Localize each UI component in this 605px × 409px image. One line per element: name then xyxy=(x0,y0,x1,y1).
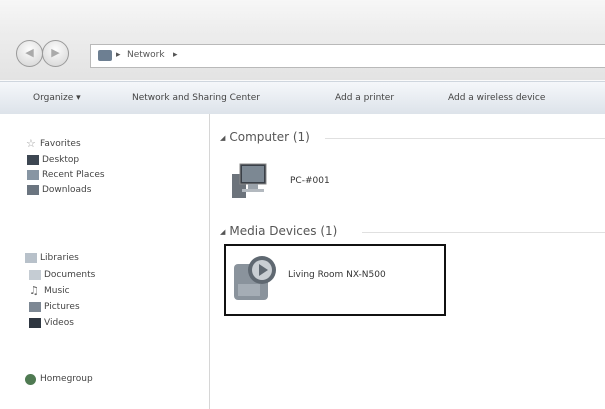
group-label: Media Devices (1) xyxy=(229,224,338,238)
nav-videos[interactable]: Videos xyxy=(44,318,74,328)
downloads-icon xyxy=(27,185,39,195)
desktop-icon xyxy=(27,155,39,165)
selection-highlight-box xyxy=(224,244,446,316)
music-icon: ♫ xyxy=(29,284,39,297)
breadcrumb-separator[interactable]: ▸ xyxy=(173,50,178,60)
add-wireless-device-button[interactable]: Add a wireless device xyxy=(448,93,545,103)
computer-icon xyxy=(232,163,267,198)
computer-name: PC-#001 xyxy=(290,176,330,186)
nav-desktop[interactable]: Desktop xyxy=(42,155,79,165)
breadcrumb-separator[interactable]: ▸ xyxy=(116,50,121,60)
nav-downloads[interactable]: Downloads xyxy=(42,185,91,195)
group-divider xyxy=(325,138,605,139)
explorer-window: ◀ ▶ ▸ Network ▸ Organize ▾ Network and S… xyxy=(0,0,605,409)
forward-arrow-icon: ▶ xyxy=(51,46,60,59)
network-icon xyxy=(98,50,112,61)
back-arrow-icon: ◀ xyxy=(25,46,34,59)
videos-icon xyxy=(29,318,41,328)
recent-places-icon xyxy=(27,170,39,180)
organize-button[interactable]: Organize ▾ xyxy=(33,93,81,103)
collapse-arrow-icon: ◢ xyxy=(220,227,226,236)
nav-homegroup[interactable]: Homegroup xyxy=(40,374,93,384)
nav-recent-places[interactable]: Recent Places xyxy=(42,170,105,180)
group-divider xyxy=(362,232,605,233)
group-label: Computer (1) xyxy=(229,130,310,144)
command-bar: Organize ▾ Network and Sharing Center Ad… xyxy=(0,81,605,115)
add-printer-button[interactable]: Add a printer xyxy=(335,93,394,103)
homegroup-icon xyxy=(25,374,36,385)
address-bar[interactable]: ▸ Network ▸ xyxy=(90,44,605,68)
computer-item[interactable]: PC-#001 xyxy=(230,160,350,205)
breadcrumb-network[interactable]: Network xyxy=(127,50,165,60)
nav-music[interactable]: Music xyxy=(44,286,70,296)
forward-button[interactable]: ▶ xyxy=(42,40,69,67)
nav-favorites[interactable]: Favorites xyxy=(40,139,81,149)
group-header-computer[interactable]: ◢ Computer (1) xyxy=(220,130,310,144)
nav-documents[interactable]: Documents xyxy=(44,270,95,280)
window-frame-top xyxy=(0,0,605,35)
pictures-icon xyxy=(29,302,41,312)
collapse-arrow-icon: ◢ xyxy=(220,133,226,142)
libraries-icon xyxy=(25,253,37,263)
documents-icon xyxy=(29,270,41,280)
nav-libraries[interactable]: Libraries xyxy=(40,253,79,263)
network-sharing-center-button[interactable]: Network and Sharing Center xyxy=(132,93,260,103)
navigation-pane: ☆ Favorites Desktop Recent Places Downlo… xyxy=(0,114,210,409)
star-icon: ☆ xyxy=(26,137,36,150)
nav-pictures[interactable]: Pictures xyxy=(44,302,80,312)
back-button[interactable]: ◀ xyxy=(16,40,43,67)
group-header-media-devices[interactable]: ◢ Media Devices (1) xyxy=(220,224,337,238)
